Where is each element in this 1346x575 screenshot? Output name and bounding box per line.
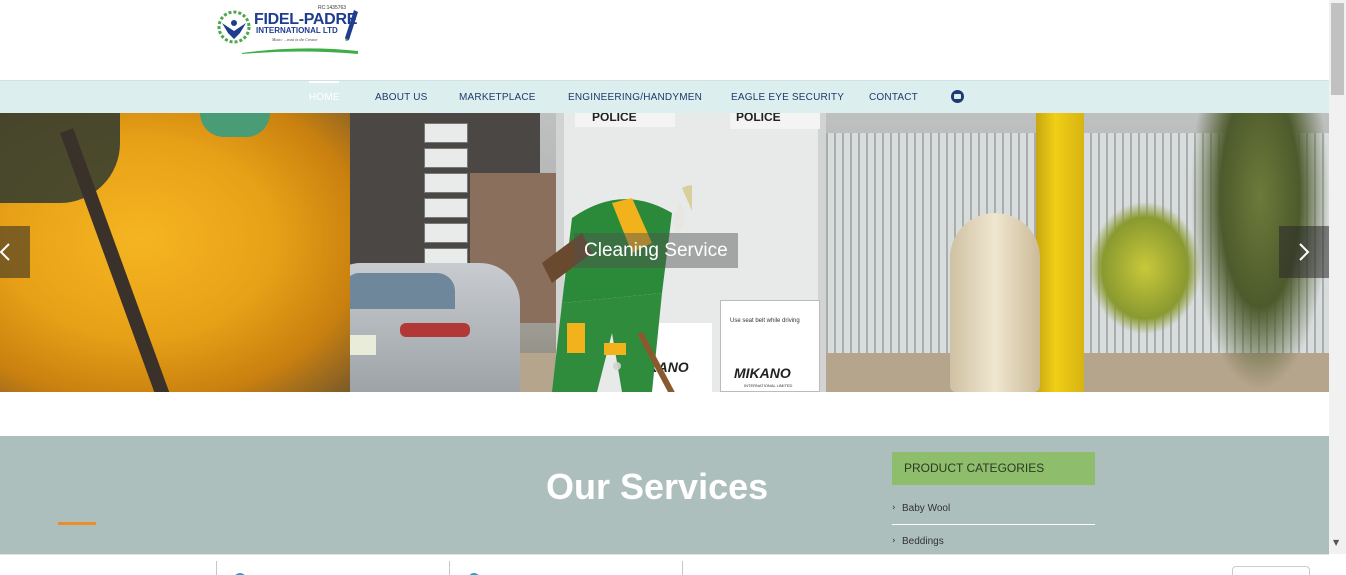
chevron-right-icon: ›: [892, 536, 896, 546]
slide-street-signs: [424, 118, 470, 268]
nav-item-home[interactable]: HOME: [309, 92, 340, 103]
bottom-widget-box[interactable]: [1232, 566, 1310, 575]
logo-motto: Motto: ...trust in the Creator: [272, 37, 318, 42]
slider-dot-1[interactable]: [613, 362, 621, 370]
slide-police-text-1: POLICE: [592, 113, 637, 124]
services-section: Our Services PRODUCT CATEGORIES › Baby W…: [0, 436, 1329, 554]
cart-icon[interactable]: [951, 90, 964, 103]
nav-item-engineering-handymen[interactable]: ENGINEERING/HANDYMEN: [568, 92, 702, 103]
column-divider: [216, 561, 217, 575]
slider-prev-button[interactable]: [0, 226, 30, 278]
services-title: Our Services: [546, 466, 769, 507]
nav-item-marketplace[interactable]: MARKETPLACE: [459, 92, 536, 103]
pen-icon: [345, 10, 358, 41]
services-accent-line: [58, 522, 96, 525]
logo-swoosh-icon: [242, 48, 358, 54]
slide-yellow-pole: [1036, 113, 1084, 392]
logo-subtitle: INTERNATIONAL LTD: [256, 26, 338, 35]
eagle-emblem-icon: [217, 10, 251, 44]
product-categories-header: PRODUCT CATEGORIES: [892, 452, 1095, 485]
bottom-strip: [0, 554, 1329, 575]
slide-caption: Cleaning Service: [574, 233, 738, 268]
slide-car-taillight: [400, 323, 470, 337]
column-divider: [449, 561, 450, 575]
site-logo[interactable]: RC:1435763 FIDEL-PADRE INTERNATIONAL LTD…: [214, 5, 364, 57]
chevron-right-icon: [1299, 243, 1310, 261]
page-scrollbar[interactable]: ▼: [1329, 0, 1346, 554]
slide-car-window: [345, 273, 455, 309]
nav-item-eagle-eye-security[interactable]: EAGLE EYE SECURITY: [731, 92, 844, 103]
slide-worker-figure: [542, 185, 692, 392]
slider-next-button[interactable]: [1279, 226, 1329, 278]
nav-item-contact[interactable]: CONTACT: [869, 92, 918, 103]
category-item-baby-wool[interactable]: › Baby Wool: [892, 492, 1095, 524]
hero-slider: POLICE POLICE Use seat belt while drivin…: [0, 113, 1329, 392]
slide-mikano-text-2: MIKANO: [734, 365, 791, 381]
chevron-right-icon: ›: [892, 503, 896, 513]
scrollbar-thumb[interactable]: [1331, 3, 1344, 95]
category-label: Baby Wool: [902, 503, 951, 514]
slide-panel-text: Use seat belt while driving: [730, 318, 800, 324]
slide-mikano-subtext: INTERNATIONAL LIMITED: [744, 383, 793, 388]
nav-active-indicator: [309, 81, 339, 83]
chevron-left-icon: [0, 243, 10, 261]
scroll-down-arrow-icon[interactable]: ▼: [1333, 538, 1339, 547]
page: RC:1435763 FIDEL-PADRE INTERNATIONAL LTD…: [0, 0, 1346, 575]
slider-dot-2[interactable]: [688, 362, 696, 370]
slide-shrub: [1090, 203, 1200, 333]
nav-item-about-us[interactable]: ABOUT US: [375, 92, 428, 103]
slide-police-text-2: POLICE: [736, 113, 781, 124]
site-header: RC:1435763 FIDEL-PADRE INTERNATIONAL LTD…: [0, 0, 1329, 80]
column-divider: [682, 561, 683, 575]
slide-water-tank: [950, 213, 1040, 392]
product-categories-title: PRODUCT CATEGORIES: [904, 461, 1045, 475]
main-nav: HOME ABOUT US MARKETPLACE ENGINEERING/HA…: [0, 80, 1329, 113]
category-label: Beddings: [902, 536, 944, 547]
category-item-beddings[interactable]: › Beddings: [892, 525, 1095, 557]
